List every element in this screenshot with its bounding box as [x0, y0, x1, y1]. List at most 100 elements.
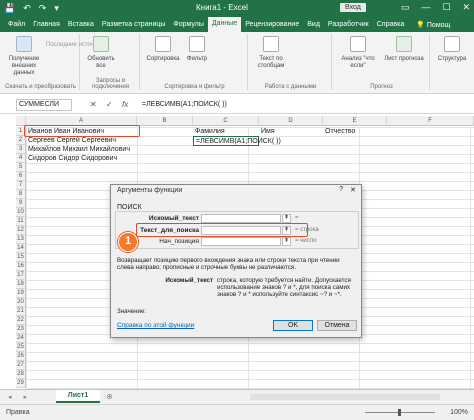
row-header[interactable]: 15: [16, 253, 26, 262]
arg-result: =: [295, 215, 299, 221]
help-link[interactable]: Справка по этой функции: [117, 322, 194, 329]
tab-home[interactable]: Главная: [29, 19, 64, 30]
row-header[interactable]: 8: [16, 190, 26, 199]
insert-function-icon[interactable]: fx: [122, 99, 128, 111]
status-mode: Правка: [6, 409, 30, 416]
signin-button[interactable]: Вход: [340, 3, 366, 12]
collapse-dialog-icon[interactable]: ⇞: [282, 214, 291, 223]
forecast-sheet-button[interactable]: Лист прогноза: [382, 36, 426, 63]
filter-button[interactable]: Фильтр: [182, 36, 212, 63]
column-header[interactable]: F: [387, 116, 474, 126]
row-header[interactable]: 6: [16, 172, 26, 181]
ribbon-display-icon[interactable]: ▭: [401, 2, 410, 13]
arg-description-text: строка, которую требуется найти. Допуска…: [217, 277, 351, 298]
row-header[interactable]: 10: [16, 208, 26, 217]
undo-icon[interactable]: ↶: [23, 2, 31, 14]
enter-formula-icon[interactable]: ✓: [106, 99, 113, 111]
row-header[interactable]: 28: [16, 370, 26, 379]
cell-a4[interactable]: Сидоров Сидор Сидорович: [26, 154, 117, 163]
cell-e1[interactable]: Отчество: [323, 127, 355, 136]
row-header[interactable]: 20: [16, 298, 26, 307]
row-header[interactable]: 12: [16, 226, 26, 235]
outline-icon: [444, 36, 460, 52]
what-if-button[interactable]: Анализ "что если": [336, 36, 380, 70]
close-icon[interactable]: ✕: [462, 2, 470, 13]
row-header[interactable]: 16: [16, 262, 26, 271]
get-data-button[interactable]: Получение внешних данных: [4, 36, 44, 77]
row-header[interactable]: 19: [16, 289, 26, 298]
cell-a3[interactable]: Михайлов Михаил Михайлович: [26, 145, 130, 154]
maximize-icon[interactable]: ☐: [442, 2, 450, 13]
tab-file[interactable]: Файл: [4, 19, 29, 30]
zoom-slider-thumb[interactable]: [398, 409, 401, 416]
row-header[interactable]: 14: [16, 244, 26, 253]
formula-bar: СУММЕСЛИ ✕ ✓ fx =ЛЕВСИМВ(A1;ПОИСК( )): [0, 96, 474, 114]
ribbon: Получение внешних данных Последние источ…: [0, 32, 474, 94]
row-header[interactable]: 9: [16, 199, 26, 208]
lightbulb-icon: 💡: [416, 21, 427, 29]
formula-input[interactable]: =ЛЕВСИМВ(A1;ПОИСК( )): [142, 99, 227, 111]
text-to-columns-button[interactable]: Текст по столбцам: [252, 36, 290, 70]
minimize-icon[interactable]: —: [421, 2, 430, 13]
row-header[interactable]: 22: [16, 316, 26, 325]
row-header[interactable]: 4: [16, 154, 26, 163]
tab-help[interactable]: Справка: [373, 19, 408, 30]
help-icon[interactable]: ?: [339, 186, 343, 193]
cell-d1[interactable]: Имя: [259, 127, 275, 136]
row-header[interactable]: 18: [16, 280, 26, 289]
collapse-dialog-icon[interactable]: ⇞: [282, 237, 291, 246]
column-header[interactable]: C: [193, 116, 259, 126]
what-if-icon: [350, 36, 366, 52]
cell-c2-active[interactable]: =ЛЕВСИМВ(A1;ПОИСК( )): [193, 136, 281, 146]
tab-page-layout[interactable]: Разметка страницы: [98, 19, 170, 30]
column-header[interactable]: B: [137, 116, 193, 126]
cancel-button[interactable]: Отмена: [317, 320, 357, 331]
find-text-input[interactable]: [201, 214, 281, 223]
start-num-input[interactable]: [201, 237, 281, 246]
row-header[interactable]: 7: [16, 181, 26, 190]
redo-icon[interactable]: ↷: [39, 2, 47, 14]
save-icon[interactable]: 💾: [4, 2, 15, 14]
row-header[interactable]: 5: [16, 163, 26, 172]
filter-icon: [189, 36, 205, 52]
tab-developer[interactable]: Разработчик: [324, 19, 373, 30]
column-header[interactable]: E: [323, 116, 387, 126]
tab-formulas[interactable]: Формулы: [169, 19, 207, 30]
row-header[interactable]: 2: [16, 136, 26, 145]
row-header[interactable]: 13: [16, 235, 26, 244]
cancel-formula-icon[interactable]: ✕: [90, 99, 97, 111]
close-icon[interactable]: ✕: [350, 186, 356, 194]
tab-view[interactable]: Вид: [303, 19, 324, 30]
row-header[interactable]: 24: [16, 334, 26, 343]
update-all-button[interactable]: Обновить все: [84, 36, 118, 70]
group-label: Скачать и преобразовать: [5, 84, 76, 90]
group-sort-filter: Сортировка Фильтр Сортировка и фильтр: [142, 34, 248, 90]
column-header[interactable]: D: [259, 116, 323, 126]
customize-icon[interactable]: ▾: [54, 2, 59, 14]
tab-review[interactable]: Рецензирование: [241, 19, 303, 30]
ok-button[interactable]: OK: [273, 320, 313, 331]
cell-c1[interactable]: Фамилия: [193, 127, 225, 136]
row-header[interactable]: 11: [16, 217, 26, 226]
row-header[interactable]: 25: [16, 343, 26, 352]
row-header[interactable]: 3: [16, 145, 26, 154]
structure-button[interactable]: Структура: [434, 36, 470, 63]
row-header[interactable]: 23: [16, 325, 26, 334]
row-header[interactable]: 27: [16, 361, 26, 370]
sort-button[interactable]: Сортировка: [146, 36, 180, 63]
tell-me-search[interactable]: 💡 Помощ: [412, 19, 454, 31]
zoom-level[interactable]: 100%: [450, 409, 468, 416]
row-header[interactable]: 29: [16, 379, 26, 388]
tab-data[interactable]: Данные: [207, 17, 242, 32]
name-box[interactable]: СУММЕСЛИ: [16, 99, 72, 111]
sheet-nav-arrows[interactable]: ◂ ▸: [8, 393, 32, 401]
add-sheet-icon[interactable]: ⊕: [106, 392, 113, 401]
cell-a2[interactable]: Сергеев Сергей Сергеевич: [26, 136, 116, 145]
row-header[interactable]: 26: [16, 352, 26, 361]
tab-insert[interactable]: Вставка: [64, 19, 98, 30]
row-header[interactable]: 17: [16, 271, 26, 280]
horizontal-scrollbar[interactable]: [250, 394, 440, 400]
step-callout: 1: [118, 232, 138, 252]
sheet-tab-sheet1[interactable]: Лист1: [56, 390, 100, 403]
row-header[interactable]: 21: [16, 307, 26, 316]
